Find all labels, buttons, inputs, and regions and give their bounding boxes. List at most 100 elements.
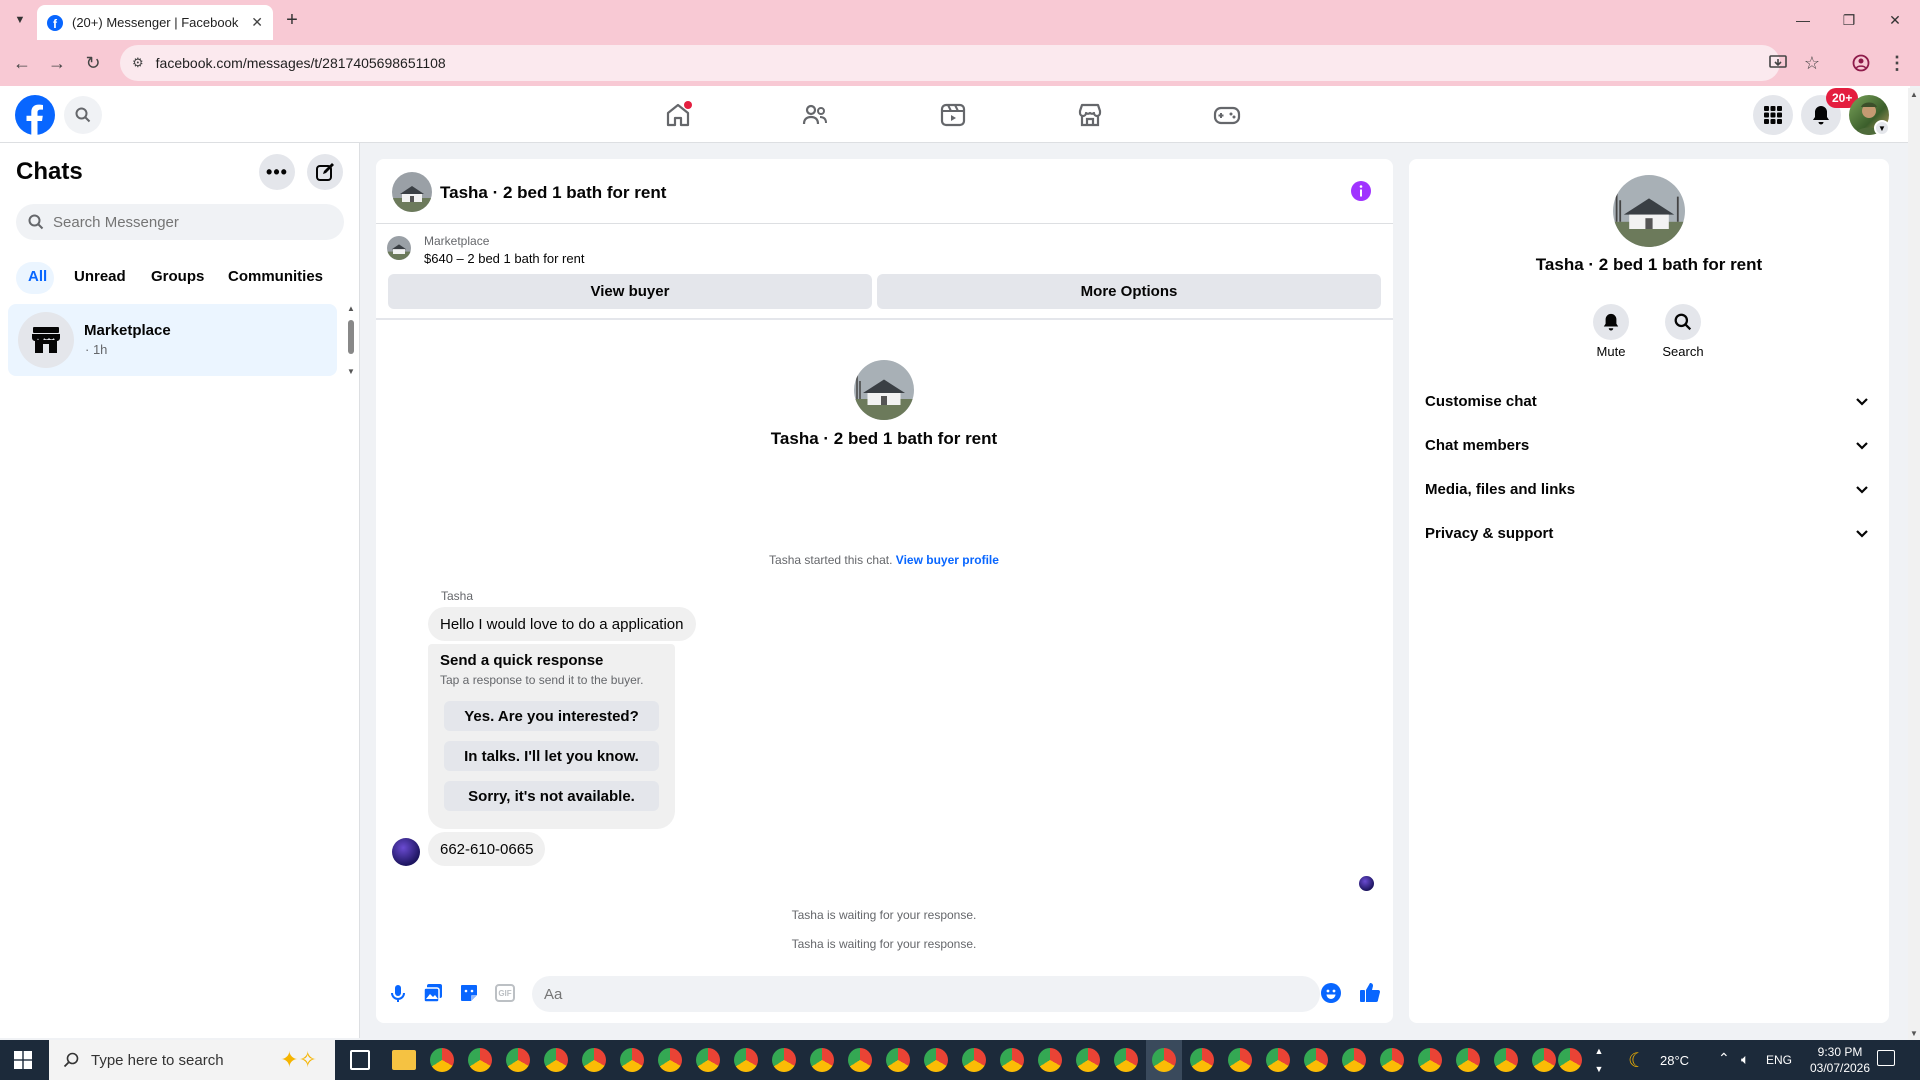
- more-options-button[interactable]: More Options: [877, 274, 1381, 309]
- privacy-support-section[interactable]: Privacy & support: [1425, 513, 1875, 553]
- sticker-button[interactable]: [459, 983, 479, 1003]
- language-indicator[interactable]: ENG: [1766, 1053, 1792, 1067]
- voice-clip-button[interactable]: [388, 983, 408, 1003]
- browser-tab[interactable]: f (20+) Messenger | Facebook ✕: [37, 5, 273, 40]
- filter-unread[interactable]: Unread: [74, 268, 126, 285]
- menu-button[interactable]: [1753, 95, 1793, 135]
- chrome-taskbar-icon[interactable]: [1000, 1048, 1024, 1072]
- chrome-taskbar-icon[interactable]: [1152, 1048, 1176, 1072]
- send-like-button[interactable]: [1359, 981, 1381, 1003]
- chrome-taskbar-icon[interactable]: [468, 1048, 492, 1072]
- chrome-taskbar-icon[interactable]: [506, 1048, 530, 1072]
- chrome-taskbar-icon[interactable]: [1494, 1048, 1518, 1072]
- nav-gaming[interactable]: [1213, 101, 1241, 129]
- attach-media-button[interactable]: [423, 983, 443, 1003]
- chrome-taskbar-icon[interactable]: [810, 1048, 834, 1072]
- media-files-links-section[interactable]: Media, files and links: [1425, 469, 1875, 509]
- speaker-icon[interactable]: 🔈︎: [1741, 1051, 1749, 1068]
- chrome-taskbar-icon[interactable]: [658, 1048, 682, 1072]
- scroll-down-arrow-icon[interactable]: ▼: [347, 367, 355, 376]
- view-buyer-button[interactable]: View buyer: [388, 274, 872, 309]
- chrome-taskbar-icon[interactable]: [924, 1048, 948, 1072]
- page-scrollbar[interactable]: ▲ ▼: [1908, 88, 1920, 1040]
- chrome-taskbar-icon[interactable]: [1532, 1048, 1556, 1072]
- intro-avatar[interactable]: [854, 360, 914, 420]
- restore-button[interactable]: ❐: [1826, 0, 1872, 40]
- quick-response-option[interactable]: In talks. I'll let you know.: [444, 741, 659, 771]
- start-button[interactable]: [14, 1051, 32, 1069]
- quick-response-option[interactable]: Sorry, it's not available.: [444, 781, 659, 811]
- weather-moon-icon[interactable]: ☾: [1628, 1048, 1646, 1073]
- chrome-taskbar-icon[interactable]: [1380, 1048, 1404, 1072]
- chrome-taskbar-icon[interactable]: [886, 1048, 910, 1072]
- new-message-button[interactable]: [307, 154, 343, 190]
- tab-search-dropdown[interactable]: ▼: [8, 8, 32, 32]
- file-explorer-icon[interactable]: [392, 1050, 416, 1070]
- chrome-taskbar-icon[interactable]: [696, 1048, 720, 1072]
- scroll-thumb[interactable]: [348, 320, 354, 354]
- chrome-taskbar-icon[interactable]: [544, 1048, 568, 1072]
- reload-button[interactable]: ↻: [80, 50, 106, 76]
- messenger-search[interactable]: [16, 204, 344, 240]
- chrome-taskbar-icon[interactable]: [620, 1048, 644, 1072]
- new-tab-button[interactable]: +: [280, 8, 304, 32]
- chrome-taskbar-icon[interactable]: [1558, 1048, 1582, 1072]
- scroll-down-arrow-icon[interactable]: ▼: [1910, 1029, 1918, 1038]
- taskbar-overflow-scroll[interactable]: ▲ ▼: [1592, 1042, 1606, 1078]
- chrome-taskbar-icon[interactable]: [1190, 1048, 1214, 1072]
- chats-options-button[interactable]: •••: [259, 154, 295, 190]
- forward-button[interactable]: →: [44, 50, 70, 76]
- clock[interactable]: 9:30 PM 03/07/2026: [1800, 1044, 1880, 1076]
- messenger-search-input[interactable]: [53, 213, 333, 231]
- message-composer[interactable]: [532, 976, 1320, 1012]
- bookmark-button[interactable]: ☆: [1799, 50, 1825, 76]
- weather-temperature[interactable]: 28°C: [1660, 1053, 1689, 1068]
- message-input[interactable]: [544, 985, 1274, 1003]
- facebook-search-button[interactable]: [64, 96, 102, 134]
- conversation-avatar[interactable]: [392, 172, 432, 212]
- conversation-title[interactable]: Tasha · 2 bed 1 bath for rent: [440, 183, 666, 203]
- profile-button[interactable]: [1848, 50, 1874, 76]
- notification-center-icon[interactable]: [1877, 1050, 1895, 1066]
- nav-friends[interactable]: [801, 101, 829, 129]
- close-window-button[interactable]: ✕: [1872, 0, 1918, 40]
- sender-avatar[interactable]: [392, 838, 420, 866]
- chrome-taskbar-icon[interactable]: [1304, 1048, 1328, 1072]
- task-view-button[interactable]: [350, 1050, 370, 1070]
- tray-chevron-up-icon[interactable]: ⌃: [1718, 1050, 1730, 1067]
- chrome-taskbar-icon[interactable]: [1266, 1048, 1290, 1072]
- emoji-button[interactable]: [1321, 983, 1341, 1003]
- back-button[interactable]: ←: [9, 50, 35, 76]
- message-bubble[interactable]: 662-610-0665: [428, 832, 546, 866]
- scroll-up-arrow-icon[interactable]: ▲: [347, 304, 355, 313]
- install-app-button[interactable]: [1765, 50, 1791, 76]
- chrome-taskbar-icon[interactable]: [1228, 1048, 1252, 1072]
- chrome-taskbar-icon[interactable]: [772, 1048, 796, 1072]
- filter-all[interactable]: All: [28, 268, 47, 285]
- site-info-icon[interactable]: ⚙: [132, 55, 144, 71]
- mute-button[interactable]: [1593, 304, 1629, 340]
- filter-communities[interactable]: Communities: [228, 268, 323, 285]
- chrome-taskbar-icon[interactable]: [1456, 1048, 1480, 1072]
- scroll-up-arrow-icon[interactable]: ▲: [1910, 90, 1918, 99]
- taskbar-search[interactable]: Type here to search ✦✧: [49, 1040, 335, 1080]
- address-bar[interactable]: ⚙ facebook.com/messages/t/28174056986511…: [120, 45, 1780, 81]
- nav-home[interactable]: [664, 101, 692, 129]
- view-buyer-profile-link[interactable]: View buyer profile: [896, 553, 999, 567]
- chrome-taskbar-icon[interactable]: [430, 1048, 454, 1072]
- info-avatar[interactable]: [1613, 175, 1685, 247]
- account-chevron[interactable]: ▼: [1874, 120, 1890, 136]
- chat-list-scrollbar[interactable]: ▲ ▼: [346, 304, 356, 376]
- quick-response-option[interactable]: Yes. Are you interested?: [444, 701, 659, 731]
- customise-chat-section[interactable]: Customise chat: [1425, 381, 1875, 421]
- nav-marketplace[interactable]: [1076, 101, 1104, 129]
- facebook-logo[interactable]: [15, 95, 55, 135]
- conversation-info-button[interactable]: [1351, 181, 1371, 201]
- chat-members-section[interactable]: Chat members: [1425, 425, 1875, 465]
- chrome-taskbar-icon[interactable]: [1342, 1048, 1366, 1072]
- nav-video[interactable]: [939, 101, 967, 129]
- minimize-button[interactable]: —: [1780, 0, 1826, 40]
- chrome-taskbar-icon[interactable]: [1076, 1048, 1100, 1072]
- chrome-taskbar-icon[interactable]: [848, 1048, 872, 1072]
- close-tab-icon[interactable]: ✕: [251, 14, 263, 31]
